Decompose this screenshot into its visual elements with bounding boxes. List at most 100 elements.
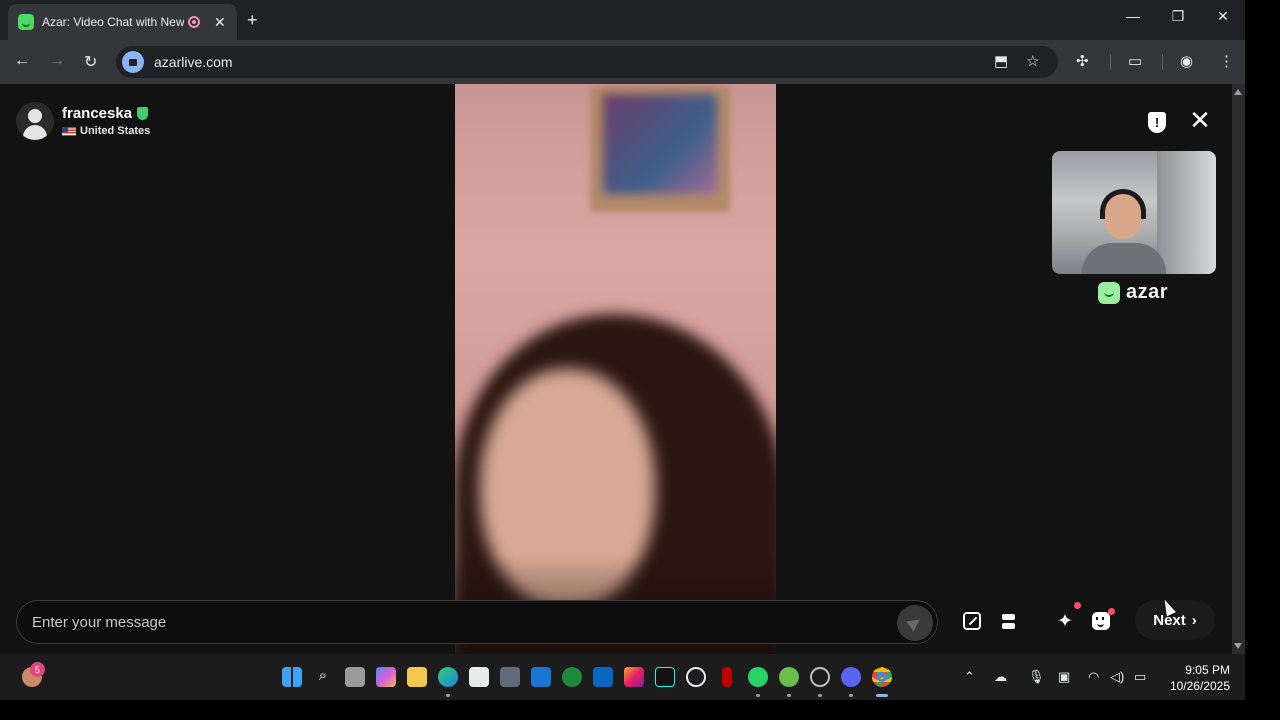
bookmark-star-icon[interactable]: ☆ bbox=[1026, 52, 1039, 70]
running-indicator bbox=[818, 694, 822, 697]
page-scrollbar[interactable] bbox=[1232, 84, 1245, 654]
screen: Azar: Video Chat with New ✕ + — ❐ ✕ ← → … bbox=[0, 0, 1280, 720]
outlook-icon[interactable] bbox=[593, 667, 613, 687]
volume-icon[interactable]: ◁) bbox=[1110, 669, 1124, 685]
back-icon[interactable]: ← bbox=[14, 52, 30, 70]
browser-toolbar: ← → ↻ azarlive.com ⬒ ☆ ✣ ▭ ◉ ⋮ bbox=[0, 40, 1245, 84]
recording-indicator-icon bbox=[188, 16, 200, 28]
layout-icon[interactable] bbox=[998, 606, 1018, 636]
menu-icon[interactable]: ⋮ bbox=[1219, 52, 1234, 70]
reload-icon[interactable]: ↻ bbox=[84, 52, 97, 72]
minimize-button[interactable]: — bbox=[1118, 8, 1148, 24]
install-icon[interactable]: ⬒ bbox=[994, 52, 1008, 70]
maximize-button[interactable]: ❐ bbox=[1163, 8, 1193, 25]
app-icon-blue[interactable] bbox=[531, 667, 551, 687]
bottom-letterbox bbox=[0, 700, 1280, 720]
battery-icon[interactable]: ▭ bbox=[1134, 669, 1146, 685]
app-icon-red[interactable] bbox=[722, 667, 732, 687]
headphones bbox=[1100, 189, 1146, 219]
peer-avatar[interactable] bbox=[16, 102, 54, 140]
tab-title: Azar: Video Chat with New bbox=[42, 15, 184, 29]
remote-video bbox=[455, 84, 776, 654]
onedrive-icon[interactable]: ☁ bbox=[994, 669, 1007, 685]
clock-time: 9:05 PM bbox=[1185, 663, 1230, 677]
chatgpt-icon[interactable] bbox=[686, 667, 706, 687]
battery-saver-icon[interactable]: ▣ bbox=[1058, 669, 1070, 685]
send-icon[interactable] bbox=[897, 605, 933, 641]
running-indicator bbox=[849, 694, 853, 697]
chevron-right-icon: › bbox=[1191, 611, 1197, 629]
whatsapp-icon[interactable] bbox=[748, 667, 768, 687]
message-box bbox=[16, 600, 938, 644]
extensions-icon[interactable]: ✣ bbox=[1076, 52, 1089, 70]
obs-icon[interactable] bbox=[810, 667, 830, 687]
instagram-icon[interactable] bbox=[624, 667, 644, 687]
app-icon-green[interactable] bbox=[779, 667, 799, 687]
fullscreen-button[interactable] bbox=[961, 606, 983, 636]
self-video-preview bbox=[1052, 151, 1216, 274]
address-bar[interactable]: azarlive.com ⬒ ☆ bbox=[116, 46, 1058, 78]
peer-info: franceska United States bbox=[16, 102, 150, 140]
azar-logo-icon bbox=[1098, 281, 1120, 304]
profile-icon[interactable]: ◉ bbox=[1180, 52, 1193, 70]
us-flag-icon bbox=[62, 126, 76, 136]
message-input[interactable] bbox=[32, 613, 892, 631]
chevron-up-icon[interactable]: ⌃ bbox=[964, 669, 975, 685]
wifi-icon[interactable]: ◠ bbox=[1088, 669, 1099, 685]
azar-page: franceska United States ✕ bbox=[0, 84, 1232, 654]
verified-shield-icon bbox=[137, 107, 149, 120]
azar-favicon-icon bbox=[18, 14, 34, 30]
azar-logo: azar bbox=[1098, 281, 1168, 304]
mask-notification-dot bbox=[1108, 608, 1115, 615]
chrome-icon[interactable] bbox=[872, 667, 892, 687]
clock[interactable]: 9:05 PM 10/26/2025 bbox=[1160, 662, 1230, 694]
active-indicator bbox=[876, 694, 888, 697]
self-video-body bbox=[1082, 243, 1166, 274]
start-windows-icon[interactable] bbox=[282, 667, 302, 687]
self-video-wall bbox=[1157, 151, 1216, 274]
task-view-icon[interactable] bbox=[345, 667, 365, 687]
browser-tab-azar[interactable]: Azar: Video Chat with New ✕ bbox=[8, 4, 237, 40]
copilot-icon[interactable] bbox=[376, 667, 396, 687]
url-text: azarlive.com bbox=[154, 54, 233, 70]
microphone-icon[interactable]: 🎙 bbox=[1028, 669, 1045, 685]
search-icon[interactable]: ⌕ bbox=[313, 667, 333, 687]
emoji-mask-button[interactable] bbox=[1090, 606, 1115, 636]
store-icon[interactable] bbox=[469, 667, 489, 687]
new-tab-button[interactable]: + bbox=[247, 10, 258, 31]
emoji-mask-icon bbox=[1092, 608, 1115, 630]
scroll-up-icon[interactable] bbox=[1234, 89, 1242, 95]
window-close-button[interactable]: ✕ bbox=[1208, 8, 1238, 25]
toolbar-separator bbox=[1162, 54, 1163, 70]
windows-taskbar: 5 ⌕ ⌃ ☁ 🎙 ▣ ◠ ◁) ▭ 9:05 PM 10/26/2025 bbox=[0, 654, 1245, 700]
discord-icon[interactable] bbox=[841, 667, 861, 687]
toolbar-separator bbox=[1110, 54, 1111, 70]
next-button[interactable]: Next › bbox=[1135, 600, 1215, 640]
app-icon-cube[interactable] bbox=[500, 667, 520, 687]
running-indicator bbox=[787, 694, 791, 697]
peer-country: United States bbox=[80, 125, 151, 137]
tiktok-icon[interactable] bbox=[655, 667, 675, 687]
running-indicator bbox=[446, 694, 450, 697]
close-icon[interactable]: ✕ bbox=[1188, 107, 1212, 133]
tab-close-icon[interactable]: ✕ bbox=[214, 14, 226, 31]
wall-picture bbox=[603, 94, 717, 194]
clock-date: 10/26/2025 bbox=[1169, 679, 1230, 693]
sparkle-effects-icon[interactable]: ✦ bbox=[1054, 602, 1081, 636]
forward-icon[interactable]: → bbox=[49, 52, 65, 70]
notification-badge: 5 bbox=[30, 662, 45, 677]
report-button[interactable] bbox=[1146, 110, 1168, 134]
running-indicator bbox=[756, 694, 760, 697]
xbox-icon[interactable] bbox=[562, 667, 582, 687]
site-info-icon[interactable] bbox=[122, 51, 144, 73]
file-explorer-icon[interactable] bbox=[407, 667, 427, 687]
fullscreen-icon bbox=[963, 612, 981, 630]
media-control-icon[interactable]: ▭ bbox=[1128, 52, 1142, 70]
edge-icon[interactable] bbox=[438, 667, 458, 687]
peer-name: franceska bbox=[62, 105, 133, 122]
effects-notification-dot bbox=[1074, 602, 1081, 609]
brand-name: azar bbox=[1126, 281, 1169, 303]
scroll-down-icon[interactable] bbox=[1234, 643, 1242, 649]
report-shield-icon bbox=[1148, 111, 1166, 133]
browser-tabstrip: Azar: Video Chat with New ✕ + — ❐ ✕ bbox=[0, 0, 1245, 40]
